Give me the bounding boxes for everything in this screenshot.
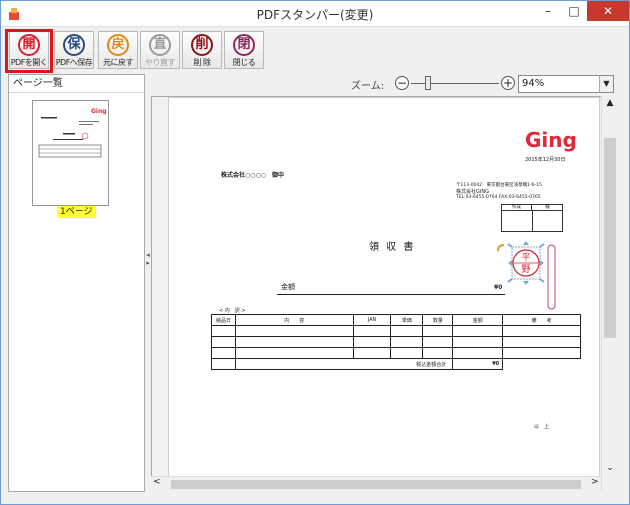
zoom-slider-handle[interactable] bbox=[425, 76, 431, 90]
document-viewer[interactable]: Ging 2015年12月30日 株式会社○○○○ 御中 〒113-0042 東… bbox=[151, 96, 616, 491]
amount-label: 金額 bbox=[281, 283, 295, 291]
subtotal-row: 税込金額合計 ¥0 bbox=[211, 358, 581, 370]
addressee: 株式会社○○○○ 御中 bbox=[221, 172, 284, 179]
save-pdf-label: PDFへ保存 bbox=[55, 58, 93, 67]
toolbar: 開 PDFを開く 保 PDFへ保存 戻 元に戻す 直 やり直す 削 削 除 閉 … bbox=[1, 27, 629, 71]
table-row bbox=[211, 325, 581, 337]
redo-label: やり直す bbox=[145, 58, 176, 67]
sender-phone: TEL:03-6455-0764 FAX:03-6455-0765 bbox=[456, 195, 541, 200]
zoom-in-icon[interactable]: + bbox=[501, 76, 515, 90]
company-logo: Ging bbox=[525, 128, 577, 152]
minimize-button[interactable]: – bbox=[535, 1, 561, 21]
closing-text: 以 上 bbox=[534, 424, 550, 430]
approval-header-1: 作成 bbox=[502, 205, 532, 211]
undo-label: 元に戻す bbox=[103, 58, 134, 67]
undo-stamp-icon: 戻 bbox=[107, 34, 129, 56]
scroll-up-icon[interactable]: ▲ bbox=[602, 98, 618, 108]
zoom-out-icon[interactable]: − bbox=[395, 76, 409, 90]
table-header-cell: 内 容 bbox=[234, 314, 354, 326]
delete-stamp-icon: 削 bbox=[191, 34, 213, 56]
delete-label: 削 除 bbox=[193, 58, 211, 67]
seal-top-char: 平 bbox=[521, 252, 530, 263]
close-doc-label: 閉じる bbox=[232, 58, 256, 67]
amount-value: ¥0 bbox=[494, 284, 503, 291]
vertical-scroll-thumb[interactable] bbox=[604, 138, 616, 338]
amount-underline bbox=[277, 294, 505, 295]
seal-bottom-char: 野 bbox=[521, 264, 530, 275]
thumb-logo: Ging bbox=[91, 108, 107, 115]
zoom-value: 94% bbox=[522, 78, 545, 89]
horizontal-scrollbar[interactable]: < > bbox=[151, 476, 601, 491]
table-header-cell: 納品日 bbox=[211, 314, 236, 326]
horizontal-scroll-thumb[interactable] bbox=[171, 480, 581, 489]
table-header-cell: 単価 bbox=[390, 314, 424, 326]
breakdown-label: < 内 訳 > bbox=[219, 308, 246, 314]
table-row bbox=[211, 347, 581, 359]
save-pdf-button[interactable]: 保 PDFへ保存 bbox=[54, 31, 94, 69]
approval-box: 作成 検 bbox=[501, 204, 563, 232]
close-doc-button[interactable]: 閉 閉じる bbox=[224, 31, 264, 69]
vertical-scrollbar[interactable]: ▲ ⌄ bbox=[601, 96, 617, 491]
redo-stamp-icon: 直 bbox=[149, 34, 171, 56]
subtotal-label: 税込金額合計 bbox=[234, 358, 454, 370]
zoom-select[interactable]: 94% ▼ bbox=[518, 75, 614, 93]
table-row bbox=[211, 336, 581, 348]
subtotal-value: ¥0 bbox=[452, 358, 504, 370]
open-button-highlight bbox=[5, 29, 53, 73]
close-stamp-icon: 閉 bbox=[233, 34, 255, 56]
line-items-table: 納品日 内 容 JAN 単価 数量 金額 備 考 税込金額合計 ¥0 bbox=[211, 314, 581, 370]
scroll-left-icon[interactable]: < bbox=[153, 477, 161, 487]
scroll-right-icon[interactable]: > bbox=[591, 477, 599, 487]
zoom-bar: ズーム: − + 94% ▼ bbox=[151, 74, 615, 94]
undo-button[interactable]: 戻 元に戻す bbox=[98, 31, 138, 69]
sender-company: 株式会社GING bbox=[456, 189, 489, 195]
page-list-header: ページ一覧 bbox=[9, 75, 144, 93]
page-1-label[interactable]: 1ページ bbox=[57, 206, 96, 218]
table-header-cell: 数量 bbox=[422, 314, 454, 326]
chevron-down-icon[interactable]: ▼ bbox=[599, 76, 613, 92]
delete-button[interactable]: 削 削 除 bbox=[182, 31, 222, 69]
app-window: PDFスタンパー(変更) – □ ✕ 開 PDFを開く 保 PDFへ保存 戻 元… bbox=[0, 0, 630, 505]
zoom-label: ズーム: bbox=[351, 81, 385, 92]
page-list-panel: ページ一覧 Ging 1ページ bbox=[8, 74, 145, 492]
document-page[interactable]: Ging 2015年12月30日 株式会社○○○○ 御中 〒113-0042 東… bbox=[168, 97, 600, 482]
table-header-row: 納品日 内 容 JAN 単価 数量 金額 備 考 bbox=[211, 314, 581, 326]
page-thumbnail-preview: Ging bbox=[38, 108, 107, 158]
redo-button[interactable]: 直 やり直す bbox=[140, 31, 180, 69]
save-stamp-icon: 保 bbox=[63, 34, 85, 56]
table-header-cell: 備 考 bbox=[502, 314, 581, 326]
document-title: 領 収 書 bbox=[369, 242, 416, 253]
maximize-button[interactable]: □ bbox=[561, 1, 587, 21]
title-bar: PDFスタンパー(変更) – □ ✕ bbox=[1, 1, 629, 27]
approval-header-2: 検 bbox=[532, 205, 563, 211]
placed-stamp[interactable]: 平 野 bbox=[492, 239, 558, 311]
scroll-down-icon[interactable]: ⌄ bbox=[602, 463, 618, 473]
page-thumbnail[interactable]: Ging bbox=[32, 100, 109, 206]
table-header-cell: JAN bbox=[352, 314, 392, 326]
table-header-cell: 金額 bbox=[452, 314, 504, 326]
issue-date: 2015年12月30日 bbox=[525, 157, 566, 163]
close-window-button[interactable]: ✕ bbox=[587, 1, 629, 21]
